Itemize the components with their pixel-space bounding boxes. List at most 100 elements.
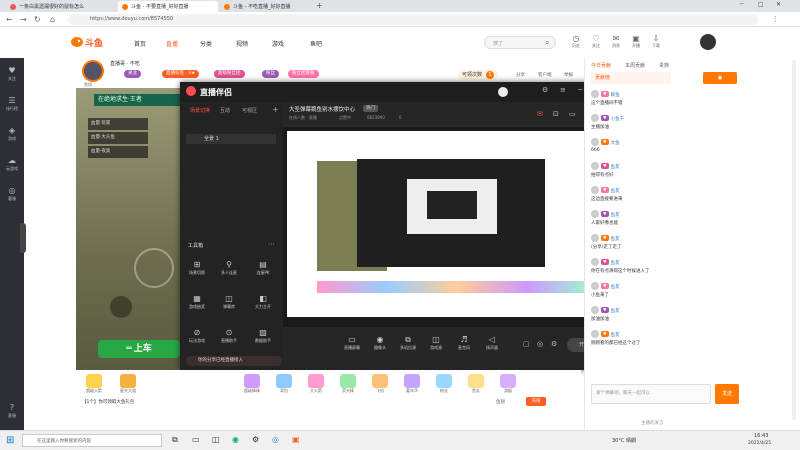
- store-icon[interactable]: ◫: [212, 435, 220, 444]
- assistant-note[interactable]: 你的分享已经直播接入: [186, 356, 282, 366]
- browser-tab[interactable]: 一条白黑遗漏很好的鼠标怎么: [6, 1, 116, 12]
- rail-item-follow[interactable]: ♥ 关注: [0, 66, 24, 82]
- forward-icon[interactable]: →: [20, 15, 27, 24]
- anchor-avatar[interactable]: [82, 60, 104, 82]
- tab-visible[interactable]: 可视区: [242, 107, 257, 114]
- client-link[interactable]: 客户端: [538, 72, 552, 78]
- chat-username[interactable]: 小鱼干: [611, 117, 625, 122]
- source-button[interactable]: ◁ 扬声器: [481, 335, 503, 351]
- source-button[interactable]: ▭ 直播屏幕: [341, 335, 363, 351]
- user-avatar-icon[interactable]: [591, 282, 599, 290]
- tab-week[interactable]: 本周贡献: [625, 62, 645, 69]
- record-icon[interactable]: ▢: [523, 340, 530, 348]
- clock-date[interactable]: 2022/4/25: [748, 441, 771, 446]
- douyu-logo[interactable]: 斗鱼: [70, 34, 110, 50]
- scene-row[interactable]: 全景 1: [186, 134, 276, 144]
- screen-icon[interactable]: ▭: [569, 110, 576, 118]
- gift-item[interactable]: 超级棒棒: [240, 374, 264, 394]
- edge-icon[interactable]: ◉: [232, 435, 239, 444]
- app-icon[interactable]: ▣: [292, 435, 300, 444]
- follow-button[interactable]: ♡ 关注: [590, 34, 602, 49]
- chat-username[interactable]: 鱼友: [611, 261, 620, 266]
- tool-item[interactable]: ▨ 数据助手: [252, 328, 274, 344]
- search-input[interactable]: 搜了 ⌕: [484, 36, 556, 49]
- tool-item[interactable]: ◫ 弹幕库: [218, 294, 240, 310]
- user-avatar-icon[interactable]: [591, 162, 599, 170]
- gift-item[interactable]: 超级火箭: [82, 374, 106, 394]
- gear-icon[interactable]: ⚙: [551, 340, 557, 348]
- rail-item-rank[interactable]: ☰ 排行榜: [0, 96, 24, 112]
- tab-noble[interactable]: 贵族: [659, 62, 669, 69]
- lock-icon[interactable]: ⊡: [553, 110, 559, 118]
- chat-username[interactable]: 鱼友: [611, 309, 620, 314]
- menu-icon[interactable]: ⋮: [772, 15, 779, 23]
- nav-yuba[interactable]: 鱼吧: [310, 39, 322, 48]
- nav-home[interactable]: 首页: [134, 39, 146, 48]
- charge-button[interactable]: 充值: [526, 397, 546, 406]
- weather-text[interactable]: 30°C 晴朗: [612, 437, 636, 444]
- chat-username[interactable]: 鱼友: [611, 333, 620, 338]
- taskbar-search[interactable]: 在这里输入你要搜索的内容: [22, 434, 162, 447]
- user-avatar-icon[interactable]: [591, 90, 599, 98]
- user-avatar-icon[interactable]: [591, 114, 599, 122]
- rail-item-game[interactable]: ◈ 游戏: [0, 126, 24, 142]
- contribute-button[interactable]: ▣: [703, 72, 737, 84]
- ride-button[interactable]: ═ 上车: [98, 340, 180, 358]
- close-button[interactable]: ✕: [776, 1, 781, 8]
- url-input[interactable]: https://www.douyu.com/8574550: [68, 14, 758, 25]
- source-button[interactable]: ◫ 游戏源: [425, 335, 447, 351]
- gift-item[interactable]: 嘉年华: [400, 374, 424, 394]
- source-button[interactable]: ◉ 摄像头: [369, 335, 391, 351]
- broadcast-button[interactable]: ▣ 开播: [630, 34, 642, 49]
- nav-game[interactable]: 游戏: [272, 39, 284, 48]
- more-icon[interactable]: ⋯: [268, 240, 275, 248]
- rail-item-cloud[interactable]: ☁ 云游戏: [0, 156, 24, 172]
- add-scene-icon[interactable]: +: [272, 105, 279, 114]
- browser-tab-active[interactable]: 斗鱼 - 不要直播_好好直播: [118, 1, 218, 12]
- menu-icon[interactable]: ≡: [560, 86, 566, 94]
- chat-username[interactable]: 鱼友: [611, 285, 620, 290]
- tool-item[interactable]: ⊘ 玩法游戏: [186, 328, 208, 344]
- gift-item[interactable]: 背包: [272, 374, 296, 394]
- explorer-icon[interactable]: ▭: [192, 435, 200, 444]
- chrome-icon[interactable]: ◎: [272, 435, 279, 444]
- user-avatar[interactable]: [498, 87, 508, 97]
- tool-item[interactable]: ◧ 大力主开: [252, 294, 274, 310]
- gift-item[interactable]: 大火箭: [304, 374, 328, 394]
- maximize-button[interactable]: □: [758, 1, 764, 8]
- history-button[interactable]: ◷ 历史: [570, 34, 582, 49]
- reward-notice[interactable]: 可领次数 1: [458, 70, 498, 80]
- tool-item[interactable]: ▦ 游戏抽奖: [186, 294, 208, 310]
- settings-icon[interactable]: ⚙: [542, 86, 548, 94]
- tool-item[interactable]: ▤ 连接PK: [252, 260, 274, 276]
- search-icon[interactable]: ⌕: [545, 38, 549, 48]
- clock-time[interactable]: 16:43: [754, 433, 768, 439]
- gift-item[interactable]: 鱼丸: [464, 374, 488, 394]
- chat-username[interactable]: 鲸鱼: [611, 93, 620, 98]
- download-button[interactable]: ⇩ 下载: [650, 34, 662, 49]
- user-avatar-icon[interactable]: [591, 258, 599, 266]
- user-avatar-icon[interactable]: [591, 210, 599, 218]
- rank-banner[interactable]: 贡献榜: [591, 72, 671, 84]
- gift-notice[interactable]: 【1个】你可领取大鱼礼包: [82, 399, 134, 405]
- source-button[interactable]: ⧉ 多机位源: [397, 335, 419, 351]
- chat-username[interactable]: 大鱼: [611, 141, 620, 146]
- chat-input[interactable]: 发个弹幕吧，聊天一起可以: [591, 384, 711, 404]
- user-avatar-icon[interactable]: [591, 138, 599, 146]
- nav-live[interactable]: 直播: [166, 39, 178, 48]
- report-link[interactable]: 举报: [564, 72, 573, 78]
- rail-collapse-handle[interactable]: [20, 223, 26, 253]
- browser-tab[interactable]: 斗鱼 - 不吃直播_好好直播: [220, 1, 312, 12]
- source-button[interactable]: ♬ 麦克风: [453, 335, 475, 351]
- send-button[interactable]: 发送: [715, 384, 739, 404]
- share-link[interactable]: 分享: [516, 72, 525, 78]
- gift-item[interactable]: 飞机: [368, 374, 392, 394]
- tab-scene[interactable]: 场景切换: [190, 107, 210, 114]
- page-scrollbar[interactable]: [792, 60, 796, 420]
- chat-username[interactable]: 鱼友: [611, 189, 620, 194]
- message-button[interactable]: ✉ 消息: [610, 34, 622, 49]
- user-avatar-icon[interactable]: [591, 234, 599, 242]
- task-view-icon[interactable]: ⧉: [172, 435, 178, 445]
- rail-item-help[interactable]: ? 客服: [0, 403, 24, 419]
- new-tab-button[interactable]: +: [316, 1, 323, 10]
